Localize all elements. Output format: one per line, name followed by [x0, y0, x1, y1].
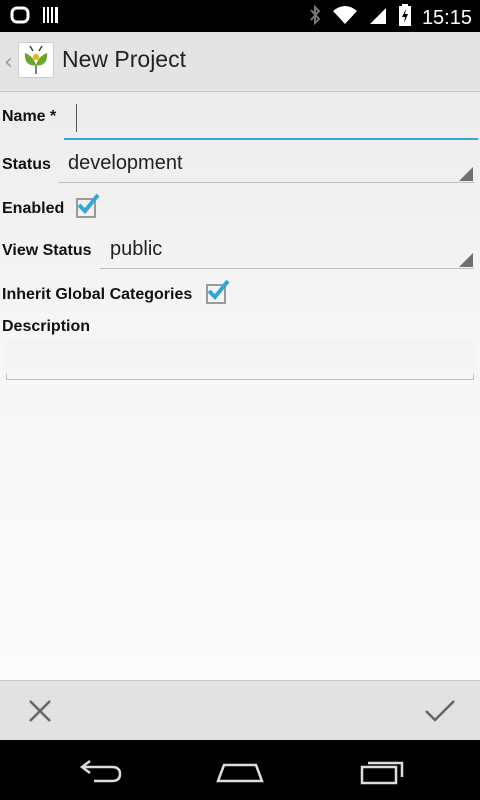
status-left	[10, 5, 60, 30]
notification-icon	[10, 5, 30, 30]
text-cursor	[76, 104, 77, 132]
checkmark-icon	[425, 700, 455, 722]
checkmark-icon	[77, 193, 100, 214]
view-status-label: View Status	[2, 242, 92, 259]
barcode-icon	[42, 5, 60, 30]
status-select[interactable]: development	[58, 148, 474, 183]
status-label: Status	[2, 156, 51, 173]
cancel-button[interactable]	[18, 689, 62, 733]
enabled-checkbox[interactable]	[76, 193, 100, 218]
up-caret-icon[interactable]: ‹	[4, 50, 13, 75]
view-status-select[interactable]: public	[100, 234, 474, 269]
checkmark-icon	[207, 279, 230, 300]
description-label: Description	[2, 318, 91, 335]
name-label: Name *	[2, 108, 57, 125]
project-form: Name * Status development Enabled View S…	[0, 92, 480, 680]
description-field-mask	[6, 340, 474, 374]
action-bar: ‹ New Project	[0, 32, 480, 92]
inherit-categories-label: Inherit Global Categories	[2, 286, 193, 303]
home-icon	[216, 763, 264, 783]
enabled-label: Enabled	[2, 200, 65, 217]
status-time: 15:15	[421, 6, 472, 29]
close-icon	[29, 700, 51, 722]
bottom-action-bar	[0, 680, 480, 740]
inherit-categories-checkbox[interactable]	[206, 279, 230, 304]
back-button[interactable]	[76, 755, 124, 785]
status-select-value: development	[68, 152, 183, 174]
recent-apps-icon	[360, 761, 404, 785]
confirm-button[interactable]	[418, 689, 462, 733]
mantis-bug-logo-icon[interactable]	[18, 42, 54, 78]
back-arrow-icon	[79, 760, 122, 783]
bluetooth-icon	[308, 4, 322, 31]
dropdown-triangle-icon	[459, 167, 473, 181]
page-title: New Project	[62, 46, 186, 72]
system-nav-bar	[0, 740, 480, 800]
view-status-select-value: public	[110, 238, 163, 260]
recents-button[interactable]	[358, 755, 406, 785]
status-right: 15:15	[308, 4, 472, 31]
battery-icon	[398, 4, 412, 31]
wifi-icon	[332, 4, 358, 31]
signal-icon	[368, 4, 388, 31]
name-input[interactable]	[64, 102, 478, 140]
home-button[interactable]	[216, 755, 264, 785]
status-bar: 15:15	[0, 0, 480, 32]
dropdown-triangle-icon	[459, 253, 473, 267]
